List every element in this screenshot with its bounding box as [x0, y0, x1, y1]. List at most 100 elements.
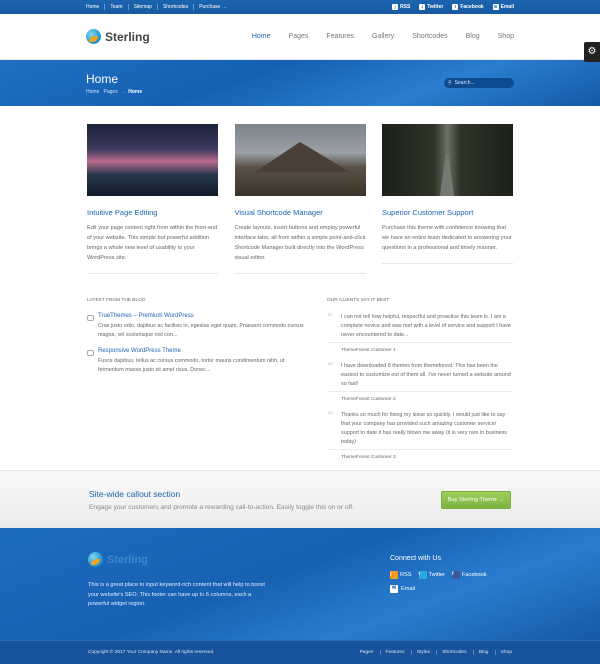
footer-social: ) RSS t Twitter f Facebook	[390, 571, 512, 579]
features-row: Intuitive Page Editing Edit your page co…	[0, 106, 600, 274]
blog-post-title[interactable]: Responsive WordPress Theme	[98, 348, 309, 354]
callout-text: Engage your customers and promote a rewa…	[89, 503, 354, 511]
page-title: Home	[86, 71, 119, 86]
email-icon: ✉	[492, 4, 499, 10]
quote-icon: “	[327, 409, 334, 423]
nav-shortcodes[interactable]: Shortcodes	[403, 33, 456, 40]
bottom-link-features[interactable]: Features	[379, 650, 410, 655]
top-link-sitemap[interactable]: Sitemap	[127, 4, 157, 10]
blog-heading: Latest from the blog	[87, 298, 146, 303]
top-bar: Home Team Sitemap Shortcodes Purchase → …	[0, 0, 600, 14]
breadcrumb: Home Pages → Home	[86, 89, 142, 95]
testimonial-author: ThemeForest Customer 1	[341, 348, 396, 353]
facebook-icon: f	[452, 571, 460, 579]
feature-image[interactable]	[87, 124, 218, 196]
search-placeholder: Search...	[454, 80, 475, 86]
bottom-bar: Copyright © 2017 Your Company Name. All …	[0, 640, 600, 664]
blog-section: Latest from the blog TrueThemes – Premiu…	[87, 298, 309, 469]
top-link-purchase[interactable]: Purchase →	[193, 4, 232, 10]
connect-title: Connect with Us	[390, 555, 441, 562]
logo-icon	[88, 552, 103, 567]
footer-social-rss[interactable]: ) RSS	[390, 571, 412, 579]
feature-text: Edit your page content right from within…	[87, 223, 218, 274]
logo-icon	[86, 29, 101, 44]
bottom-link-blog[interactable]: Blog	[472, 650, 494, 655]
nav-features[interactable]: Features	[317, 33, 363, 40]
site-footer: Sterling This is a great place to input …	[0, 528, 600, 640]
testimonial-text: I have downloaded 8 themes from themefor…	[341, 363, 511, 387]
testimonial-author: ThemeForest Customer 2	[341, 397, 396, 402]
logo-text: Sterling	[105, 29, 150, 44]
footer-social-facebook[interactable]: f Facebook	[452, 571, 487, 579]
feature-title[interactable]: Intuitive Page Editing	[87, 208, 218, 217]
feature-text: Purchase this theme with confidence know…	[382, 223, 513, 264]
nav-blog[interactable]: Blog	[457, 33, 489, 40]
comment-icon	[87, 315, 94, 321]
feature-title[interactable]: Visual Shortcode Manager	[235, 208, 366, 217]
footer-connect: Connect with Us ) RSS t Twitter f Facebook …	[390, 555, 512, 640]
breadcrumb-home[interactable]: Home	[86, 89, 99, 95]
feature-card: Superior Customer Support Purchase this …	[382, 124, 513, 274]
blog-post: TrueThemes – Premium WordPress Cras just…	[87, 313, 309, 340]
bottom-link-shortcodes[interactable]: Shortcodes	[436, 650, 472, 655]
feature-card: Visual Shortcode Manager Create layouts,…	[234, 124, 366, 274]
testimonial: “ Thanks so much for fixing my issue so …	[327, 409, 513, 450]
nav-pages[interactable]: Pages	[280, 33, 318, 40]
top-link-team[interactable]: Team	[104, 4, 127, 10]
feature-image[interactable]	[234, 124, 366, 196]
nav-home[interactable]: Home	[243, 33, 280, 40]
breadcrumb-current: Home	[128, 88, 143, 95]
blog-post-excerpt: Fusce dapibus, tellus ac cursus commodo,…	[98, 358, 285, 373]
testimonials-heading: Our clients say it best	[327, 298, 390, 303]
bottom-link-styles[interactable]: Styles	[410, 650, 435, 655]
testimonials-section: Our clients say it best “ I can not tell…	[327, 298, 513, 469]
top-link-home[interactable]: Home	[86, 4, 104, 10]
top-social-email[interactable]: ✉ Email	[492, 4, 514, 10]
twitter-icon: t	[418, 571, 427, 579]
buy-theme-button[interactable]: Buy Sterling Theme →	[440, 490, 511, 509]
twitter-icon: t	[419, 4, 426, 10]
blog-post-excerpt: Cras justo odio, dapibus ac facilisis in…	[98, 323, 304, 338]
gear-icon[interactable]: ⚙	[584, 42, 600, 62]
bottom-link-pages[interactable]: Pages	[355, 650, 379, 655]
copyright: Copyright © 2017 Your Company Name. All …	[88, 650, 215, 655]
top-social: ) RSS t Twitter f Facebook ✉ Email	[392, 4, 514, 10]
footer-about: Sterling This is a great place to input …	[88, 552, 268, 640]
callout-section: Site-wide callout section Engage your cu…	[0, 470, 600, 528]
nav-shop[interactable]: Shop	[489, 33, 514, 40]
quote-icon: “	[327, 311, 334, 325]
top-social-rss[interactable]: ) RSS	[392, 4, 410, 10]
testimonial-author: ThemeForest Customer 3	[341, 455, 396, 460]
feature-image[interactable]	[382, 124, 513, 196]
blog-post-title[interactable]: TrueThemes – Premium WordPress	[98, 313, 309, 319]
top-links: Home Team Sitemap Shortcodes Purchase →	[86, 4, 232, 10]
testimonial: “ I have downloaded 8 themes from themef…	[327, 361, 513, 392]
footer-text: This is a great place to input keyword-r…	[88, 582, 265, 607]
footer-social-twitter[interactable]: t Twitter	[418, 571, 445, 579]
bottom-links: Pages Features Styles Shortcodes Blog Sh…	[355, 650, 512, 655]
top-social-twitter[interactable]: t Twitter	[419, 4, 443, 10]
site-header: Sterling Home Pages Features Gallery Sho…	[0, 14, 600, 62]
footer-logo[interactable]: Sterling	[88, 552, 268, 567]
top-social-facebook[interactable]: f Facebook	[452, 4, 484, 10]
search-input[interactable]: ⚲ Search...	[444, 78, 514, 88]
email-icon: ✉	[390, 585, 398, 593]
breadcrumb-separator: →	[120, 88, 126, 95]
top-link-shortcodes[interactable]: Shortcodes	[156, 4, 193, 10]
site-logo[interactable]: Sterling	[86, 29, 150, 44]
footer-email[interactable]: ✉ Email	[390, 585, 512, 593]
testimonial-text: Thanks so much for fixing my issue so qu…	[341, 412, 507, 445]
footer-logo-text: Sterling	[107, 553, 148, 566]
rss-icon: )	[390, 571, 398, 579]
testimonial: “ I can not tell how helpful, respectful…	[327, 311, 513, 343]
feature-text: Create layouts, insert buttons and emplo…	[234, 223, 366, 274]
feature-card: Intuitive Page Editing Edit your page co…	[87, 124, 218, 274]
rss-icon: )	[392, 4, 398, 10]
bottom-link-shop[interactable]: Shop	[494, 650, 512, 655]
testimonial-text: I can not tell how helpful, respectful a…	[341, 314, 511, 338]
main-nav: Home Pages Features Gallery Shortcodes B…	[243, 33, 514, 40]
breadcrumb-pages[interactable]: Pages	[104, 89, 118, 95]
feature-title[interactable]: Superior Customer Support	[382, 208, 513, 217]
search-icon: ⚲	[448, 80, 452, 86]
nav-gallery[interactable]: Gallery	[363, 33, 403, 40]
